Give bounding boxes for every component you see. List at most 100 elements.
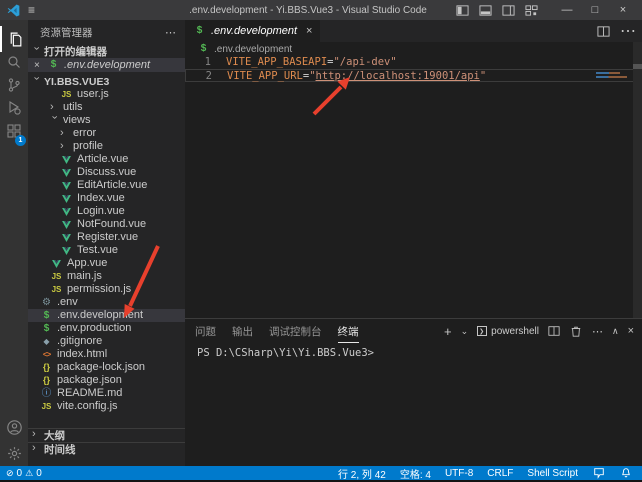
tree-item-views[interactable]: ›views — [28, 114, 185, 127]
panel-more-actions-icon[interactable]: ⋯ — [592, 325, 603, 338]
code-line-1[interactable]: 1VITE_APP_BASEAPI="/api-dev" — [185, 56, 642, 69]
status-language[interactable]: Shell Script — [527, 468, 578, 479]
status-encoding[interactable]: UTF-8 — [445, 468, 473, 479]
tree-item-vite-config-js[interactable]: JSvite.config.js — [28, 400, 185, 413]
terminal-dropdown-icon[interactable]: ⌄ — [461, 326, 469, 337]
minimap[interactable] — [594, 70, 630, 92]
panel-tab-终端[interactable]: 终端 — [338, 320, 359, 343]
code-line-2[interactable]: 2VITE_APP_URL="http://localhost:19001/ap… — [185, 69, 642, 82]
tree-item-permission-js[interactable]: JS permission.js — [28, 283, 185, 296]
window-title: .env.development - Yi.BBS.Vue3 - Visual … — [160, 5, 456, 16]
tree-item-env-development[interactable]: $.env.development — [28, 309, 185, 322]
tree-item-env-production[interactable]: $.env.production — [28, 322, 185, 335]
outline-section[interactable]: › 大纲 — [28, 428, 185, 441]
tree-item-gitignore[interactable]: ◆.gitignore — [28, 335, 185, 348]
tree-item-discuss-vue[interactable]: Discuss.vue — [28, 166, 185, 179]
tree-item-editarticle-vue[interactable]: EditArticle.vue — [28, 179, 185, 192]
kill-terminal-icon[interactable] — [570, 325, 583, 338]
tree-item-error[interactable]: ›error — [28, 127, 185, 140]
tree-item-env[interactable]: ⚙.env — [28, 296, 185, 309]
file-name: vite.config.js — [57, 400, 118, 413]
vue-file-icon — [60, 169, 73, 177]
code-token-link[interactable]: http://localhost:19001/api — [316, 70, 480, 81]
js-file-icon: JS — [50, 286, 63, 294]
minimize-button[interactable]: — — [560, 5, 574, 16]
tree-item-article-vue[interactable]: Article.vue — [28, 153, 185, 166]
editor-more-actions-icon[interactable]: ⋯ — [620, 21, 636, 41]
open-editor-item[interactable]: × $ .env.development — [28, 58, 185, 72]
split-editor-icon[interactable] — [597, 25, 610, 38]
split-terminal-icon[interactable] — [548, 325, 561, 338]
file-name: EditArticle.vue — [77, 179, 147, 192]
code-editor[interactable]: 1VITE_APP_BASEAPI="/api-dev"2VITE_APP_UR… — [185, 56, 642, 318]
maximize-button[interactable]: □ — [588, 5, 602, 16]
file-name: Register.vue — [77, 231, 138, 244]
line-number: 1 — [185, 56, 211, 69]
sidebar-more-actions-icon[interactable]: ⋯ — [165, 26, 177, 39]
tree-item-register-vue[interactable]: Register.vue — [28, 231, 185, 244]
tree-item-login-vue[interactable]: Login.vue — [28, 205, 185, 218]
toggle-secondary-sidebar-icon[interactable] — [502, 4, 515, 17]
status-eol[interactable]: CRLF — [487, 468, 513, 479]
timeline-section[interactable]: › 时间线 — [28, 442, 185, 455]
status-bar: ⊘ 0 ⚠ 0 行 2, 列 42 空格: 4 UTF-8 CRLF Shell Scr… — [0, 466, 642, 480]
toggle-sidebar-icon[interactable] — [456, 4, 469, 17]
account-icon[interactable] — [0, 414, 28, 440]
tree-item-profile[interactable]: ›profile — [28, 140, 185, 153]
tree-item-main-js[interactable]: JSmain.js — [28, 270, 185, 283]
tree-item-readme-md[interactable]: ⓘREADME.md — [28, 387, 185, 400]
tree-item-user-js[interactable]: JSuser.js — [28, 88, 185, 101]
errors-count: 0 — [17, 468, 23, 479]
toggle-panel-icon[interactable] — [479, 4, 492, 17]
panel-tab-问题[interactable]: 问题 — [195, 320, 216, 342]
new-terminal-icon[interactable]: + — [444, 324, 452, 339]
panel-tab-调试控制台[interactable]: 调试控制台 — [269, 320, 322, 342]
notifications-bell-icon[interactable] — [619, 467, 632, 480]
breadcrumb[interactable]: $ .env.development — [185, 42, 642, 56]
tree-item-index-html[interactable]: <>index.html — [28, 348, 185, 361]
terminal-output[interactable]: PS D:\CSharp\Yi\Yi.BBS.Vue3> — [197, 347, 634, 462]
tree-item-index-vue[interactable]: Index.vue — [28, 192, 185, 205]
file-name: Article.vue — [77, 153, 128, 166]
shell-file-icon: $ — [40, 324, 53, 334]
close-window-button[interactable]: × — [616, 5, 630, 16]
tree-item-utils[interactable]: ›utils — [28, 101, 185, 114]
file-name: index.html — [57, 348, 107, 361]
status-indentation[interactable]: 空格: 4 — [400, 466, 431, 481]
tree-item-app-vue[interactable]: App.vue — [28, 257, 185, 270]
status-line-col[interactable]: 行 2, 列 42 — [338, 466, 386, 481]
panel-tab-输出[interactable]: 输出 — [232, 320, 253, 342]
tree-item-package-lock-json[interactable]: {}package-lock.json — [28, 361, 185, 374]
close-editor-icon[interactable]: × — [34, 60, 43, 71]
info-file-icon: ⓘ — [40, 389, 53, 399]
extensions-icon[interactable]: 1 — [0, 118, 28, 144]
line-number: 2 — [186, 70, 212, 81]
warnings-count: 0 — [36, 468, 42, 479]
outline-label: 大纲 — [44, 428, 65, 443]
terminal-shell-chip[interactable]: ❯ powershell — [477, 326, 539, 337]
tab-env-development[interactable]: $ .env.development × — [185, 20, 320, 42]
file-name: error — [73, 127, 96, 140]
problems-indicator[interactable]: ⊘ 0 ⚠ 0 — [6, 468, 42, 479]
close-tab-icon[interactable]: × — [306, 25, 312, 37]
code-token-str: "/api-dev" — [333, 56, 396, 69]
editor-scrollbar[interactable] — [633, 42, 642, 318]
chevron-down-icon: › — [31, 76, 43, 85]
chevron-right-icon: › — [50, 101, 59, 113]
file-name: permission.js — [67, 283, 131, 296]
feedback-icon[interactable] — [592, 467, 605, 480]
project-section[interactable]: › YI.BBS.VUE3 — [28, 75, 185, 88]
settings-gear-icon[interactable] — [0, 440, 28, 466]
chevron-right-icon: › — [32, 428, 41, 440]
editor-tab-bar: $ .env.development × ⋯ — [185, 20, 642, 42]
maximize-panel-icon[interactable]: ∧ — [612, 326, 619, 337]
menu-icon[interactable]: ≡ — [28, 4, 35, 16]
vue-file-icon — [60, 156, 73, 164]
tree-item-notfound-vue[interactable]: NotFound.vue — [28, 218, 185, 231]
tree-item-package-json[interactable]: {}package.json — [28, 374, 185, 387]
tree-item-test-vue[interactable]: Test.vue — [28, 244, 185, 257]
close-panel-icon[interactable]: × — [628, 325, 634, 337]
customize-layout-icon[interactable] — [525, 4, 538, 17]
code-token-str: " — [480, 70, 486, 81]
open-editors-section[interactable]: › 打开的编辑器 — [28, 45, 185, 58]
